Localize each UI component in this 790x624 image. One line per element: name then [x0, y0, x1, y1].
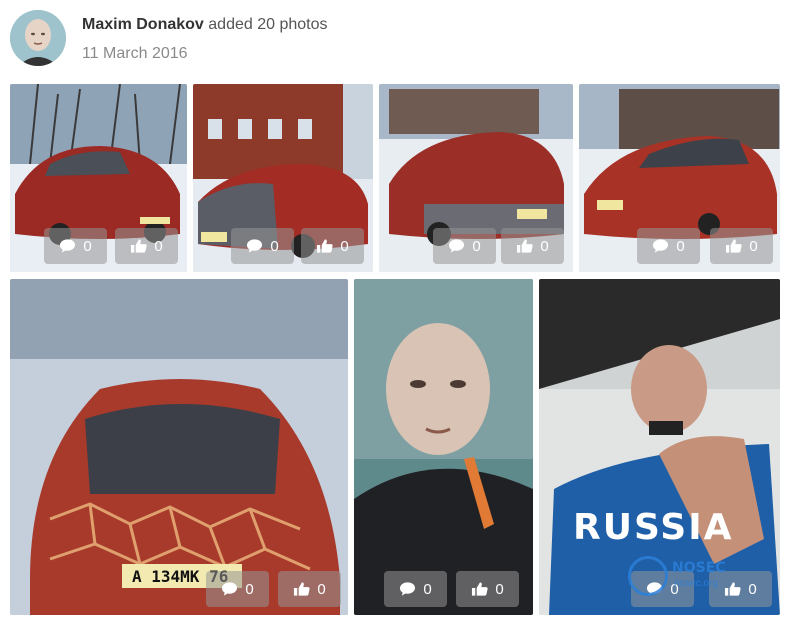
comment-count-button[interactable]: 0 — [231, 228, 294, 264]
shield-icon — [628, 556, 668, 596]
avatar-face — [10, 10, 66, 66]
comment-icon — [652, 238, 669, 254]
like-button[interactable]: 0 — [456, 571, 519, 607]
comment-icon — [59, 238, 76, 254]
like-count: 0 — [317, 580, 326, 598]
comment-icon — [246, 238, 263, 254]
like-count: 0 — [154, 237, 163, 255]
comment-count-button[interactable]: 0 — [384, 571, 447, 607]
thumbs-up-icon — [130, 238, 147, 254]
author-line: Maxim Donakov added 20 photos — [82, 16, 327, 34]
comment-count-button[interactable]: 0 — [433, 228, 496, 264]
photo-thumbnail-2[interactable]: 0 0 — [193, 84, 373, 272]
watermark-text: NOSEC — [672, 560, 726, 576]
photo-thumbnail-4[interactable]: 0 0 — [579, 84, 780, 272]
comment-count: 0 — [83, 237, 92, 255]
photo-thumbnail-3[interactable]: 0 0 — [379, 84, 573, 272]
comment-count: 0 — [423, 580, 432, 598]
thumbs-up-icon — [725, 238, 742, 254]
comment-count: 0 — [676, 237, 685, 255]
like-count: 0 — [340, 237, 349, 255]
like-button[interactable]: 0 — [501, 228, 564, 264]
comment-icon — [448, 238, 465, 254]
post-date[interactable]: 11 March 2016 — [82, 45, 188, 63]
comment-count: 0 — [270, 237, 279, 255]
post-action-text: added 20 photos — [208, 16, 328, 33]
like-count: 0 — [540, 237, 549, 255]
thumbs-up-icon — [293, 581, 310, 597]
photo-image — [354, 279, 533, 615]
comment-count: 0 — [472, 237, 481, 255]
comment-count-button[interactable]: 0 — [44, 228, 107, 264]
watermark: NOSEC nosec.org — [628, 556, 740, 598]
photo-image — [10, 279, 348, 615]
post-header: Maxim Donakov added 20 photos 11 March 2… — [10, 10, 780, 70]
like-button[interactable]: 0 — [115, 228, 178, 264]
thumbs-up-icon — [516, 238, 533, 254]
avatar[interactable] — [10, 10, 66, 66]
like-count: 0 — [749, 237, 758, 255]
watermark-subtext: nosec.org — [674, 578, 718, 589]
like-count: 0 — [495, 580, 504, 598]
comment-icon — [399, 581, 416, 597]
thumbs-up-icon — [316, 238, 333, 254]
shirt-print: RUSSIA — [573, 507, 734, 548]
photo-thumbnail-5[interactable]: А 134МК 76 0 0 — [10, 279, 348, 615]
comment-icon — [221, 581, 238, 597]
comment-count-button[interactable]: 0 — [637, 228, 700, 264]
comment-count-button[interactable]: 0 — [206, 571, 269, 607]
like-count: 0 — [748, 580, 757, 598]
photo-thumbnail-1[interactable]: 0 0 — [10, 84, 187, 272]
comment-count: 0 — [245, 580, 254, 598]
thumbs-up-icon — [471, 581, 488, 597]
like-button[interactable]: 0 — [278, 571, 341, 607]
author-name-link[interactable]: Maxim Donakov — [82, 16, 204, 33]
photo-thumbnail-6[interactable]: 0 0 — [354, 279, 533, 615]
like-button[interactable]: 0 — [710, 228, 773, 264]
like-button[interactable]: 0 — [301, 228, 364, 264]
